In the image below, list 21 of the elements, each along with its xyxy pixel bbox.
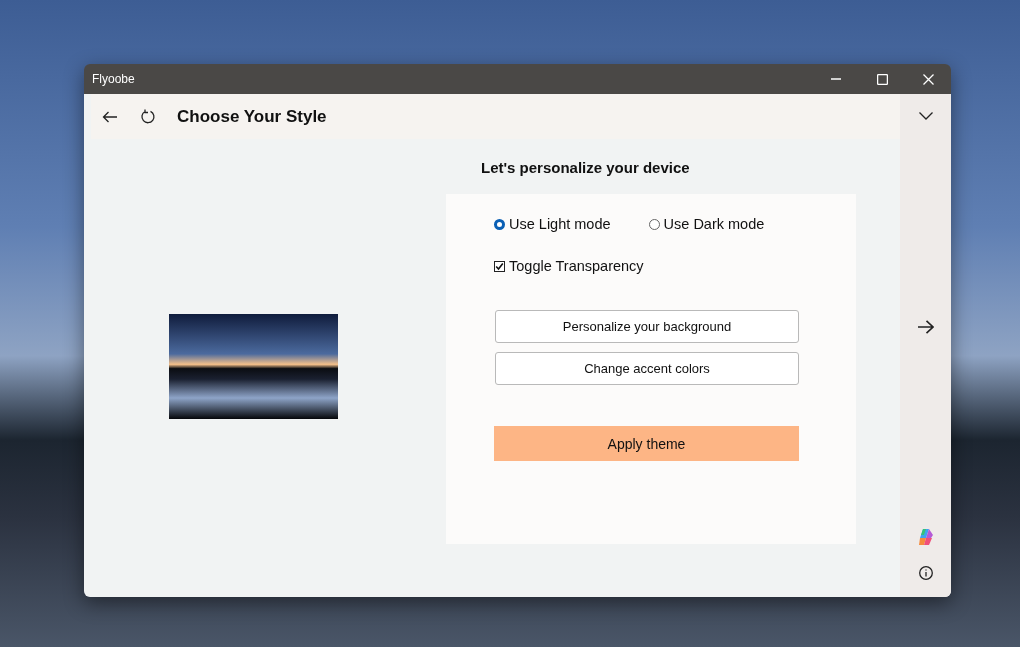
close-icon — [922, 73, 934, 85]
checkbox-label: Toggle Transparency — [509, 258, 644, 274]
maximize-icon — [876, 73, 888, 85]
radio-button[interactable] — [648, 218, 660, 230]
action-button[interactable]: Personalize your background — [495, 310, 799, 343]
checkbox[interactable] — [494, 260, 505, 272]
section-heading: Let's personalize your device — [480, 158, 691, 176]
chevron-down-icon — [918, 112, 933, 120]
refresh-icon — [140, 108, 156, 125]
right-arrow-icon — [917, 319, 934, 334]
back-arrow-icon — [102, 110, 118, 123]
radio-label: Use Dark mode — [663, 216, 765, 232]
window-title: Flyoobe — [91, 72, 136, 86]
apply-theme-button[interactable]: Apply theme — [494, 426, 799, 461]
minimize-icon — [831, 78, 841, 80]
radio-button[interactable] — [494, 218, 505, 230]
multicolor-logo-icon — [916, 528, 935, 546]
page-title: Choose Your Style — [177, 106, 327, 127]
info-icon — [918, 566, 933, 580]
action-button[interactable]: Change accent colors — [495, 352, 799, 385]
radio-label: Use Light mode — [509, 216, 611, 232]
